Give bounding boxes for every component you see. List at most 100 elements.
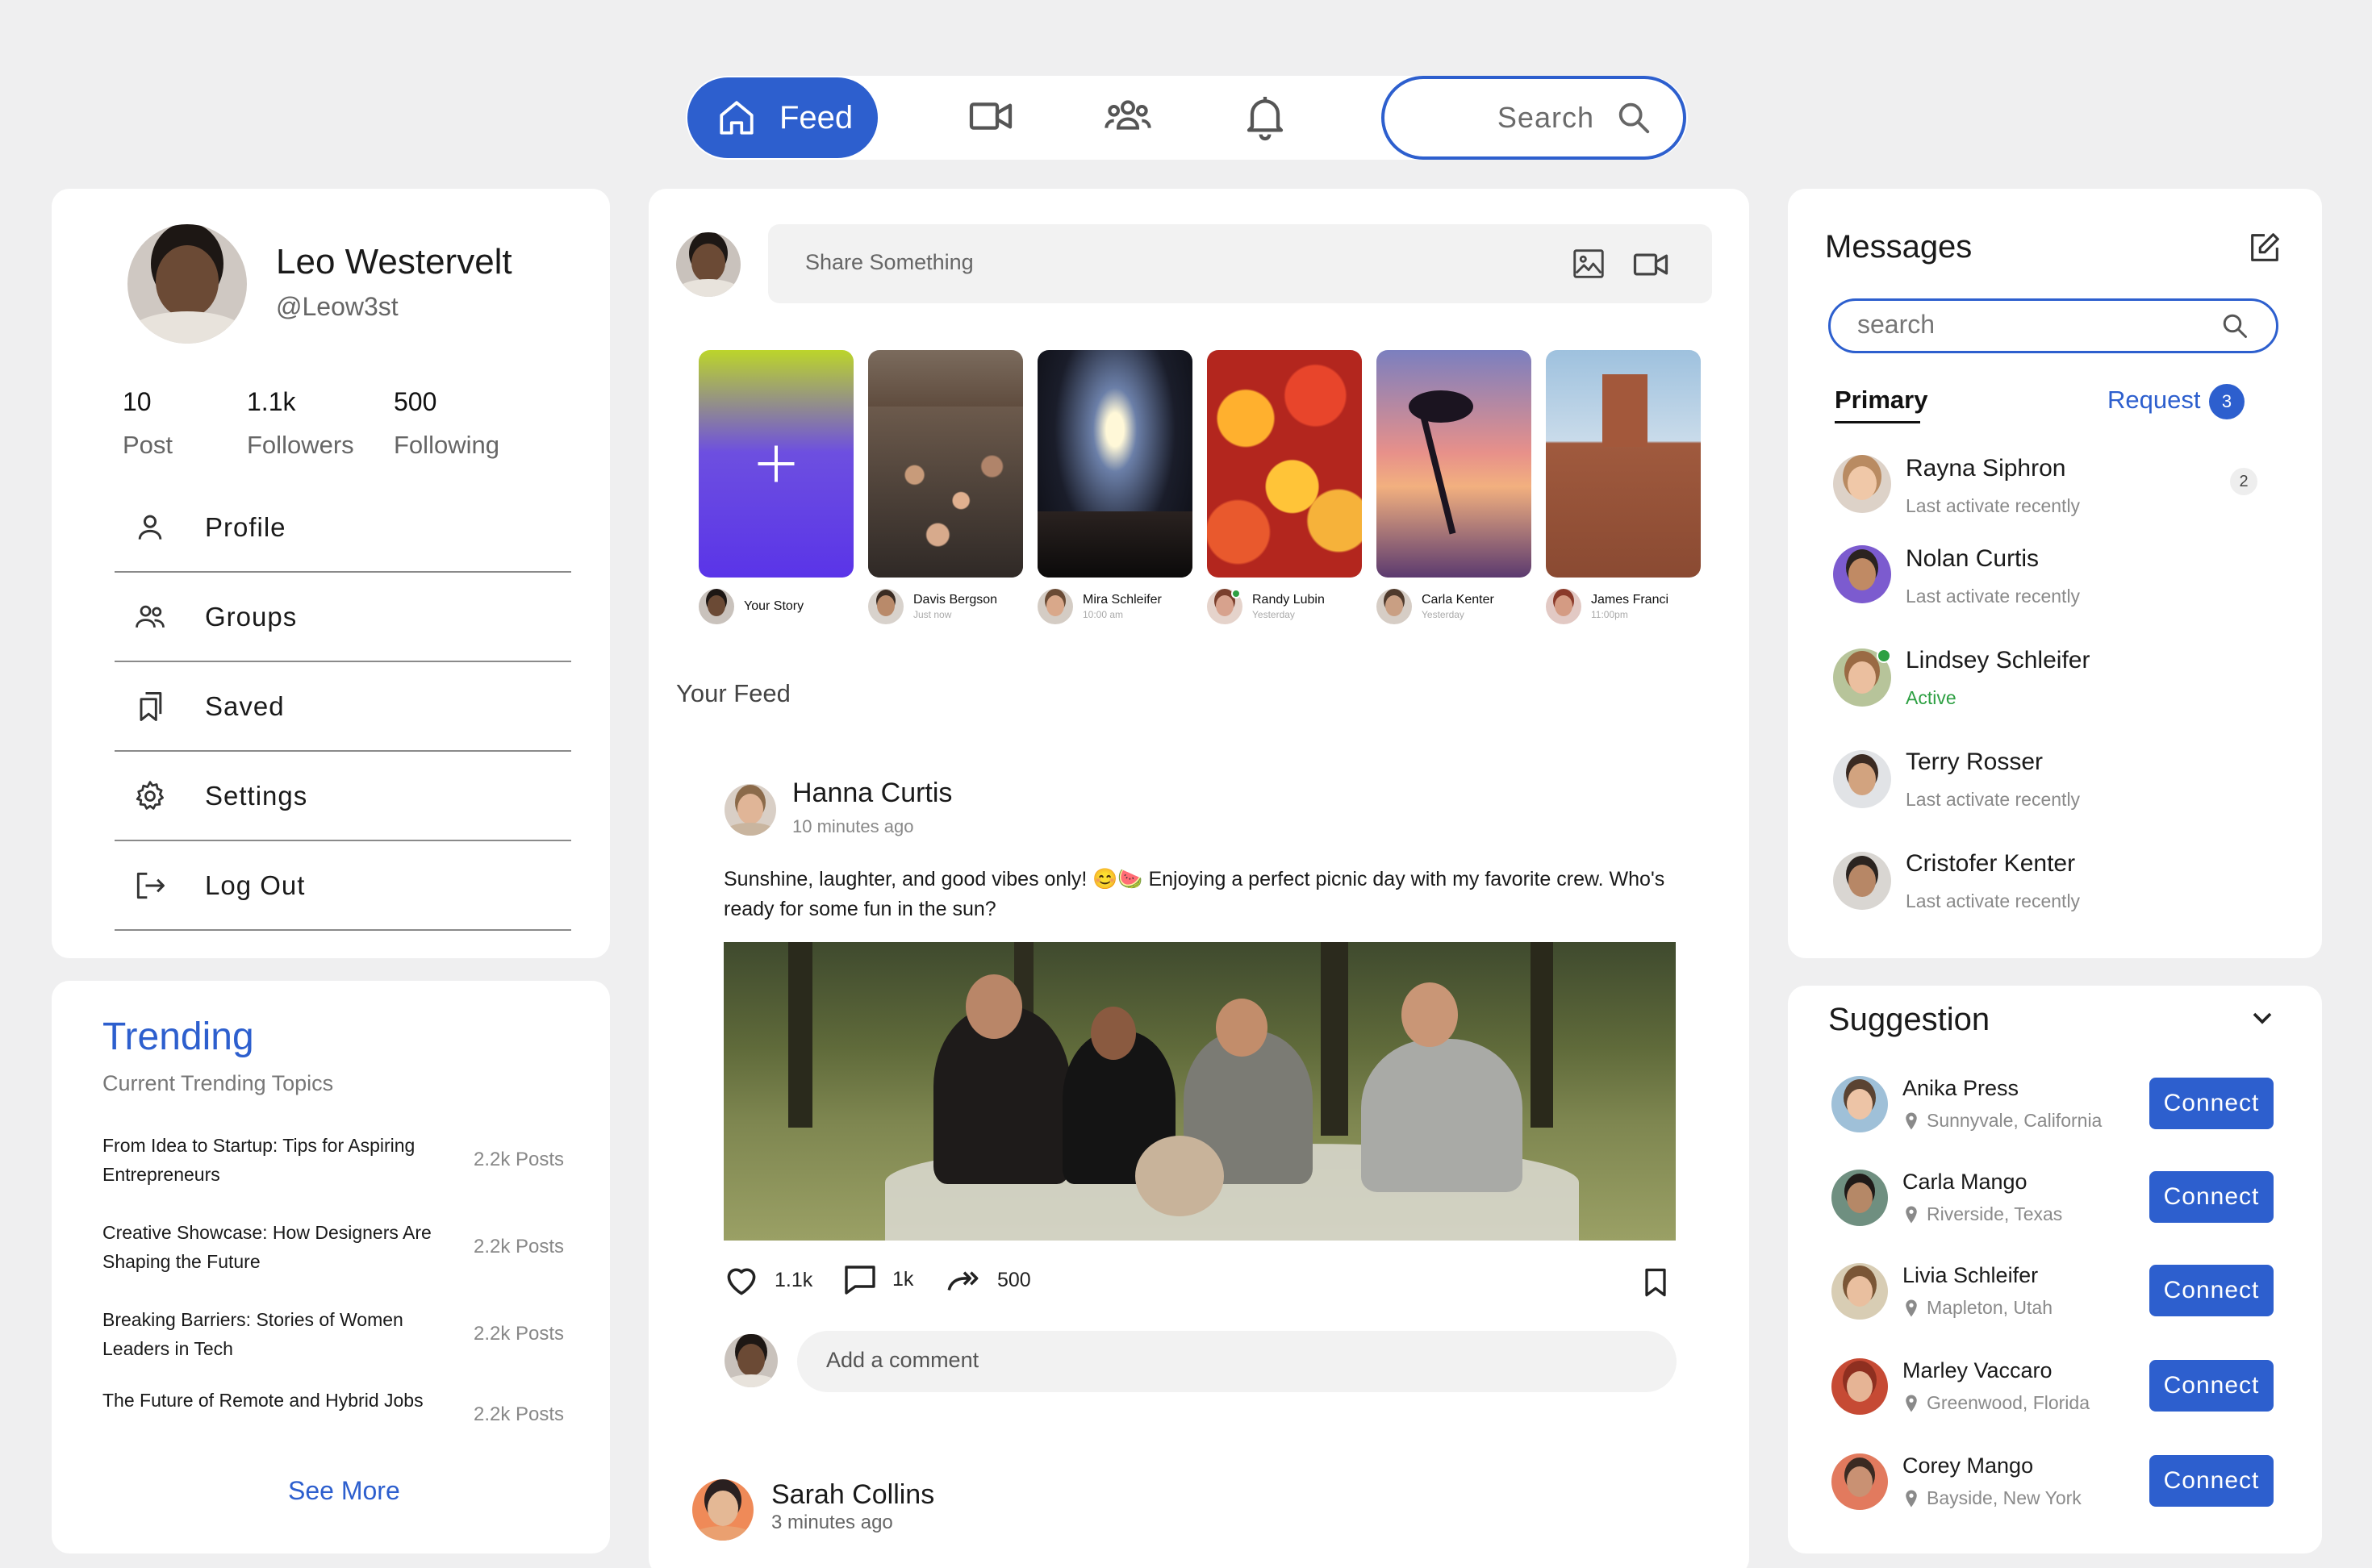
suggestion-name[interactable]: Carla Mango	[1902, 1170, 2027, 1195]
add-video-button[interactable]	[1630, 244, 1672, 290]
unread-badge: 2	[2230, 468, 2257, 495]
tab-primary-underline	[1835, 421, 1920, 423]
menu-item-settings[interactable]: Settings	[115, 753, 571, 841]
trending-topic[interactable]: The Future of Remote and Hybrid Jobs	[102, 1389, 441, 1412]
new-message-button[interactable]	[2246, 229, 2283, 270]
story-card[interactable]	[1546, 350, 1701, 578]
feed-section-title: Your Feed	[676, 679, 791, 707]
post-text: Sunshine, laughter, and good vibes only!…	[724, 868, 1665, 920]
avatar[interactable]	[1833, 455, 1891, 513]
menu-item-label: Log Out	[205, 870, 306, 900]
tab-primary[interactable]: Primary	[1835, 386, 1927, 415]
story-owner: James Franci 11:00pm	[1546, 589, 1668, 624]
trending-topic[interactable]: Creative Showcase: How Designers Are Sha…	[102, 1218, 441, 1276]
story-owner: Mira Schleifer 10:00 am	[1038, 589, 1162, 624]
location-pin-icon	[1904, 1299, 1919, 1317]
post-author-avatar[interactable]	[692, 1479, 754, 1541]
followers-count: 1.1k	[247, 387, 296, 416]
connect-button[interactable]: Connect	[2149, 1171, 2274, 1223]
suggestion-name[interactable]: Anika Press	[1902, 1076, 2019, 1101]
search-label: Search	[1497, 101, 1594, 134]
conversation-name[interactable]: Lindsey Schleifer	[1906, 647, 2090, 674]
avatar[interactable]	[127, 224, 247, 344]
add-story-button[interactable]	[699, 350, 854, 578]
avatar[interactable]	[1833, 545, 1891, 603]
connect-button[interactable]: Connect	[2149, 1360, 2274, 1412]
avatar[interactable]	[1831, 1358, 1888, 1415]
chevron-down-icon	[2246, 1002, 2278, 1034]
comment-icon	[841, 1260, 879, 1299]
comment-button[interactable]: 1k	[841, 1260, 913, 1299]
trending-topic[interactable]: From Idea to Startup: Tips for Aspiring …	[102, 1131, 441, 1189]
connect-button[interactable]: Connect	[2149, 1078, 2274, 1129]
share-button[interactable]: 500	[944, 1260, 1031, 1300]
see-more-link[interactable]: See More	[288, 1476, 400, 1506]
suggestion-collapse-button[interactable]	[2246, 1002, 2278, 1038]
post-author-name[interactable]: Hanna Curtis	[792, 778, 952, 809]
menu-item-label: Profile	[205, 512, 286, 542]
following-label[interactable]: Following	[394, 431, 499, 460]
avatar[interactable]	[1831, 1453, 1888, 1510]
story-card[interactable]	[1207, 350, 1362, 578]
video-icon	[965, 90, 1017, 142]
tab-request[interactable]: Request	[2107, 386, 2200, 415]
story-time: Yesterday	[1422, 609, 1464, 620]
suggestion-location: Sunnyvale, California	[1904, 1110, 2102, 1132]
groups-icon	[1102, 90, 1154, 142]
save-post-button[interactable]	[1638, 1265, 1673, 1304]
conversation-status: Last activate recently	[1906, 586, 2081, 607]
video-icon	[1630, 244, 1672, 286]
groups-nav-button[interactable]	[1102, 90, 1157, 145]
location-pin-icon	[1904, 1395, 1919, 1412]
menu-item-logout[interactable]: Log Out	[115, 842, 571, 931]
post-author-avatar[interactable]	[725, 784, 776, 836]
avatar[interactable]	[1831, 1170, 1888, 1226]
conversation-status: Last activate recently	[1906, 890, 2081, 911]
conversation-name[interactable]: Nolan Curtis	[1906, 545, 2039, 573]
suggestion-name[interactable]: Livia Schleifer	[1902, 1263, 2038, 1288]
video-nav-button[interactable]	[965, 90, 1020, 145]
add-photo-button[interactable]	[1570, 245, 1607, 286]
commenter-avatar	[725, 1334, 778, 1387]
conversation-name[interactable]: Terry Rosser	[1906, 749, 2043, 776]
conversation-name[interactable]: Rayna Siphron	[1906, 455, 2065, 482]
trending-topic[interactable]: Breaking Barriers: Stories of Women Lead…	[102, 1305, 441, 1363]
story-name: Mira Schleifer	[1083, 593, 1162, 607]
trending-count: 2.2k Posts	[474, 1149, 565, 1170]
avatar[interactable]	[1831, 1263, 1888, 1320]
menu-item-profile[interactable]: Profile	[115, 484, 571, 573]
connect-button[interactable]: Connect	[2149, 1265, 2274, 1316]
story-time: Just now	[913, 609, 952, 620]
story-card[interactable]	[1376, 350, 1531, 578]
like-count: 1.1k	[775, 1268, 813, 1291]
like-button[interactable]: 1.1k	[721, 1260, 812, 1300]
avatar	[1038, 589, 1073, 624]
feed-tab[interactable]: Feed	[687, 77, 878, 158]
search-button[interactable]: Search	[1381, 76, 1686, 160]
avatar	[868, 589, 904, 624]
conversation-name[interactable]: Cristofer Kenter	[1906, 850, 2075, 878]
suggestion-location: Mapleton, Utah	[1904, 1297, 2053, 1319]
avatar	[699, 589, 734, 624]
conversation-status: Active	[1906, 687, 1956, 708]
composer-avatar	[676, 232, 741, 297]
followers-label[interactable]: Followers	[247, 431, 354, 460]
story-card[interactable]	[1038, 350, 1192, 578]
trending-count: 2.2k Posts	[474, 1236, 565, 1257]
suggestion-name[interactable]: Marley Vaccaro	[1902, 1358, 2053, 1383]
menu-item-saved[interactable]: Saved	[115, 663, 571, 752]
online-indicator	[1231, 589, 1241, 598]
post-photo[interactable]	[724, 942, 1676, 1241]
avatar[interactable]	[1833, 852, 1891, 910]
menu-item-groups[interactable]: Groups	[115, 573, 571, 662]
suggestion-name[interactable]: Corey Mango	[1902, 1453, 2033, 1478]
notifications-nav-button[interactable]	[1239, 90, 1294, 145]
post-author-name[interactable]: Sarah Collins	[771, 1479, 934, 1511]
connect-button[interactable]: Connect	[2149, 1455, 2274, 1507]
comment-count: 1k	[892, 1267, 914, 1291]
avatar[interactable]	[1831, 1076, 1888, 1132]
messages-search-placeholder: search	[1857, 310, 1936, 339]
story-time: Yesterday	[1252, 609, 1295, 620]
avatar[interactable]	[1833, 750, 1891, 808]
story-card[interactable]	[868, 350, 1023, 578]
